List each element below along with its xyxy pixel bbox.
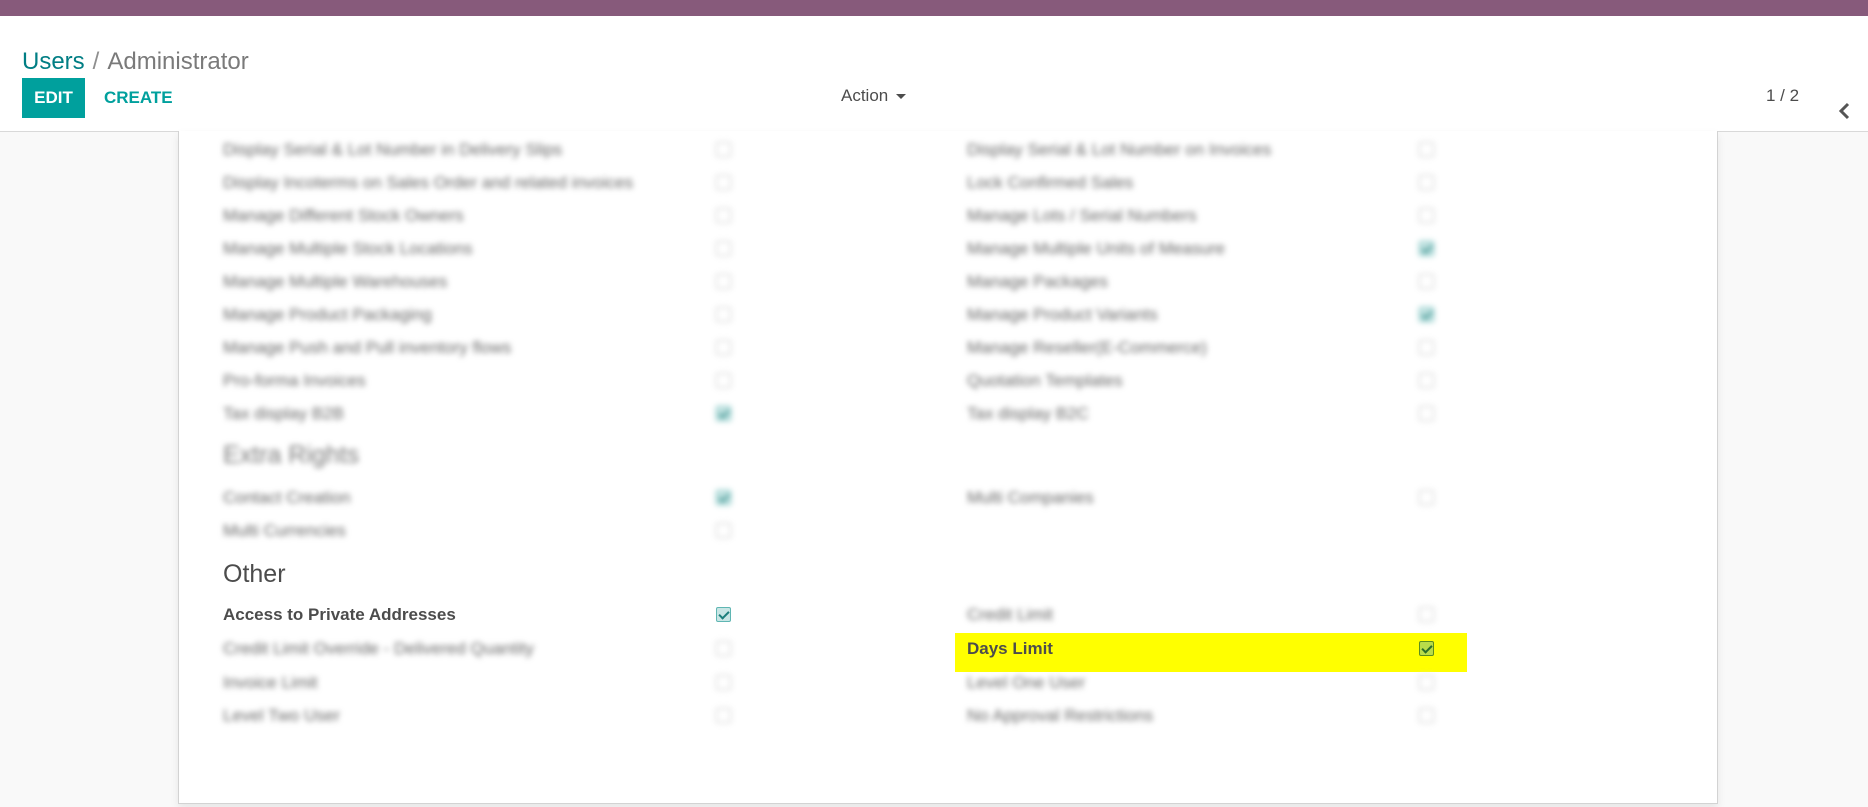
field-label-days-limit: Days Limit bbox=[967, 639, 1053, 658]
checkbox[interactable] bbox=[716, 175, 731, 190]
form-row: Manage Push and Pull inventory flows Man… bbox=[179, 337, 1717, 359]
checkbox[interactable] bbox=[1419, 607, 1434, 622]
top-navbar bbox=[0, 0, 1868, 16]
checkbox[interactable] bbox=[1419, 142, 1434, 157]
breadcrumb-separator: / bbox=[92, 48, 100, 75]
create-button[interactable]: CREATE bbox=[96, 78, 181, 118]
access-private-addresses-checkbox[interactable] bbox=[716, 607, 731, 622]
form-row: Access to Private Addresses Credit Limit bbox=[179, 604, 1717, 626]
form-row: Manage Product Packaging Manage Product … bbox=[179, 304, 1717, 326]
action-dropdown-label: Action bbox=[841, 86, 889, 105]
field-label: Manage Multiple Warehouses bbox=[223, 272, 448, 291]
checkbox[interactable] bbox=[716, 241, 731, 256]
field-label: Level Two User bbox=[223, 706, 340, 725]
form-row: Contact Creation Multi Companies bbox=[179, 487, 1717, 509]
days-limit-checkbox[interactable] bbox=[1419, 641, 1434, 656]
field-label: Manage Lots / Serial Numbers bbox=[967, 206, 1197, 225]
form-row: Display Incoterms on Sales Order and rel… bbox=[179, 172, 1717, 194]
breadcrumb-current: Administrator bbox=[107, 48, 249, 75]
checkbox[interactable] bbox=[716, 274, 731, 289]
form-row: Multi Currencies bbox=[179, 520, 1717, 542]
checkbox[interactable] bbox=[1419, 241, 1434, 256]
checkbox[interactable] bbox=[1419, 274, 1434, 289]
field-label: Multi Companies bbox=[967, 488, 1094, 507]
breadcrumb-users-link[interactable]: Users bbox=[22, 48, 85, 75]
field-label: Credit Limit Override - Delivered Quanti… bbox=[223, 639, 534, 658]
edit-button[interactable]: EDIT bbox=[22, 78, 85, 118]
control-panel: Users / Administrator EDIT CREATE Action 1… bbox=[0, 16, 1868, 132]
field-label: Display Incoterms on Sales Order and rel… bbox=[223, 173, 634, 192]
checkbox[interactable] bbox=[716, 208, 731, 223]
field-label: Contact Creation bbox=[223, 488, 351, 507]
section-title-extra-rights: Extra Rights bbox=[223, 441, 360, 469]
checkbox[interactable] bbox=[1419, 208, 1434, 223]
checkbox[interactable] bbox=[1419, 406, 1434, 421]
checkbox[interactable] bbox=[716, 708, 731, 723]
form-row: Manage Multiple Warehouses Manage Packag… bbox=[179, 271, 1717, 293]
field-label: Invoice Limit bbox=[223, 673, 318, 692]
field-label: No Approval Restrictions bbox=[967, 706, 1154, 725]
field-label: Multi Currencies bbox=[223, 521, 346, 540]
form-row: Manage Multiple Stock Locations Manage M… bbox=[179, 238, 1717, 260]
field-label: Manage Reseller(E-Commerce) bbox=[967, 338, 1207, 357]
checkbox[interactable] bbox=[716, 307, 731, 322]
chevron-left-icon[interactable] bbox=[1834, 100, 1856, 122]
caret-down-icon bbox=[896, 94, 907, 100]
section-title-other: Other bbox=[223, 560, 286, 588]
checkbox[interactable] bbox=[716, 641, 731, 656]
field-label: Display Serial & Lot Number on Invoices bbox=[967, 140, 1272, 159]
field-label: Display Serial & Lot Number in Delivery … bbox=[223, 140, 563, 159]
field-label: Pro-forma Invoices bbox=[223, 371, 366, 390]
form-row: Invoice Limit Level One User bbox=[179, 672, 1717, 694]
checkbox[interactable] bbox=[1419, 175, 1434, 190]
form-sheet: Display Serial & Lot Number in Delivery … bbox=[178, 131, 1718, 804]
field-label: Manage Multiple Stock Locations bbox=[223, 239, 473, 258]
checkbox[interactable] bbox=[1419, 675, 1434, 690]
field-label: Manage Multiple Units of Measure bbox=[967, 239, 1225, 258]
field-label: Tax display B2B bbox=[223, 404, 344, 423]
checkbox[interactable] bbox=[716, 490, 731, 505]
field-label: Level One User bbox=[967, 673, 1086, 692]
field-label: Manage Product Packaging bbox=[223, 305, 432, 324]
checkbox[interactable] bbox=[1419, 373, 1434, 388]
form-row: Pro-forma Invoices Quotation Templates bbox=[179, 370, 1717, 392]
checkbox[interactable] bbox=[1419, 490, 1434, 505]
field-label: Manage Packages bbox=[967, 272, 1108, 291]
checkbox[interactable] bbox=[1419, 340, 1434, 355]
breadcrumb: Users / Administrator bbox=[22, 48, 249, 76]
field-label-access-private-addresses: Access to Private Addresses bbox=[223, 605, 456, 624]
checkbox[interactable] bbox=[716, 373, 731, 388]
checkbox[interactable] bbox=[1419, 307, 1434, 322]
form-row: Level Two User No Approval Restrictions bbox=[179, 705, 1717, 727]
field-label: Manage Product Variants bbox=[967, 305, 1158, 324]
checkbox[interactable] bbox=[716, 340, 731, 355]
form-row: Tax display B2B Tax display B2C bbox=[179, 403, 1717, 425]
field-label: Manage Push and Pull inventory flows bbox=[223, 338, 512, 357]
checkbox[interactable] bbox=[716, 142, 731, 157]
field-label: Quotation Templates bbox=[967, 371, 1123, 390]
field-label: Manage Different Stock Owners bbox=[223, 206, 464, 225]
field-label: Lock Confirmed Sales bbox=[967, 173, 1134, 192]
pager-value[interactable]: 1 / 2 bbox=[1766, 86, 1799, 106]
field-label: Tax display B2C bbox=[967, 404, 1089, 423]
field-label: Credit Limit bbox=[967, 605, 1053, 624]
form-row: Credit Limit Override - Delivered Quanti… bbox=[179, 638, 1717, 660]
checkbox[interactable] bbox=[716, 523, 731, 538]
checkbox[interactable] bbox=[716, 675, 731, 690]
checkbox[interactable] bbox=[716, 406, 731, 421]
form-row: Manage Different Stock Owners Manage Lot… bbox=[179, 205, 1717, 227]
form-row: Display Serial & Lot Number in Delivery … bbox=[179, 139, 1717, 161]
checkbox[interactable] bbox=[1419, 708, 1434, 723]
action-dropdown[interactable]: Action bbox=[841, 86, 907, 106]
